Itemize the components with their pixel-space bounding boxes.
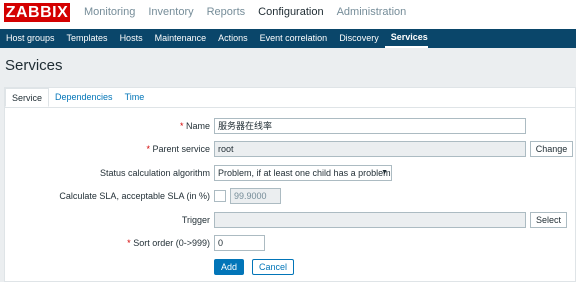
parent-service-field: root xyxy=(214,141,526,157)
algorithm-label: Status calculation algorithm xyxy=(99,168,210,178)
select-button[interactable]: Select xyxy=(530,212,567,228)
sub-menu: Host groups Templates Hosts Maintenance … xyxy=(0,29,576,48)
submenu-templates[interactable]: Templates xyxy=(61,29,108,48)
menu-administration[interactable]: Administration xyxy=(337,6,407,18)
name-label: * Name xyxy=(179,121,210,131)
sla-input[interactable]: 99.9000 xyxy=(230,188,281,204)
algorithm-select-value: Problem, if at least one child has a pro… xyxy=(218,168,391,178)
menu-monitoring[interactable]: Monitoring xyxy=(84,6,135,18)
menu-configuration[interactable]: Configuration xyxy=(258,6,323,18)
algorithm-select[interactable]: Problem, if at least one child has a pro… xyxy=(214,165,392,181)
submenu-host-groups[interactable]: Host groups xyxy=(0,29,55,48)
main-menu: Monitoring Inventory Reports Configurati… xyxy=(84,6,419,18)
submenu-hosts[interactable]: Hosts xyxy=(114,29,143,48)
parent-service-label: * Parent service xyxy=(146,144,210,154)
sla-checkbox[interactable] xyxy=(214,190,226,202)
required-mark: * xyxy=(127,238,131,248)
submenu-services[interactable]: Services xyxy=(384,29,428,48)
submenu-event-correlation[interactable]: Event correlation xyxy=(254,29,328,48)
name-input[interactable]: 服务器在线率 xyxy=(214,118,526,134)
change-button[interactable]: Change xyxy=(530,141,573,157)
page-title: Services xyxy=(5,57,63,74)
required-mark: * xyxy=(179,121,184,131)
menu-inventory[interactable]: Inventory xyxy=(148,6,193,18)
tab-service[interactable]: Service xyxy=(5,88,50,107)
menu-reports[interactable]: Reports xyxy=(207,6,246,18)
top-bar: ZABBIX Monitoring Inventory Reports Conf… xyxy=(0,0,576,30)
required-mark: * xyxy=(146,144,150,154)
chevron-down-icon: ▼ xyxy=(381,169,388,176)
add-button[interactable]: Add xyxy=(214,259,244,275)
service-form-panel: Service Dependencies Time * Name 服务器在线率 … xyxy=(4,87,576,282)
cancel-button[interactable]: Cancel xyxy=(252,259,294,275)
submenu-discovery[interactable]: Discovery xyxy=(333,29,379,48)
tab-dependencies[interactable]: Dependencies xyxy=(49,88,119,107)
tab-bar: Service Dependencies Time xyxy=(5,88,575,108)
trigger-field xyxy=(214,212,526,228)
submenu-maintenance[interactable]: Maintenance xyxy=(149,29,207,48)
zabbix-logo[interactable]: ZABBIX xyxy=(4,3,70,22)
sla-label: Calculate SLA, acceptable SLA (in %) xyxy=(59,191,210,201)
sort-order-input[interactable]: 0 xyxy=(214,235,265,251)
sort-order-label: * Sort order (0->999) xyxy=(127,238,210,248)
tab-time[interactable]: Time xyxy=(119,88,151,107)
submenu-actions[interactable]: Actions xyxy=(212,29,248,48)
trigger-label: Trigger xyxy=(181,215,210,225)
